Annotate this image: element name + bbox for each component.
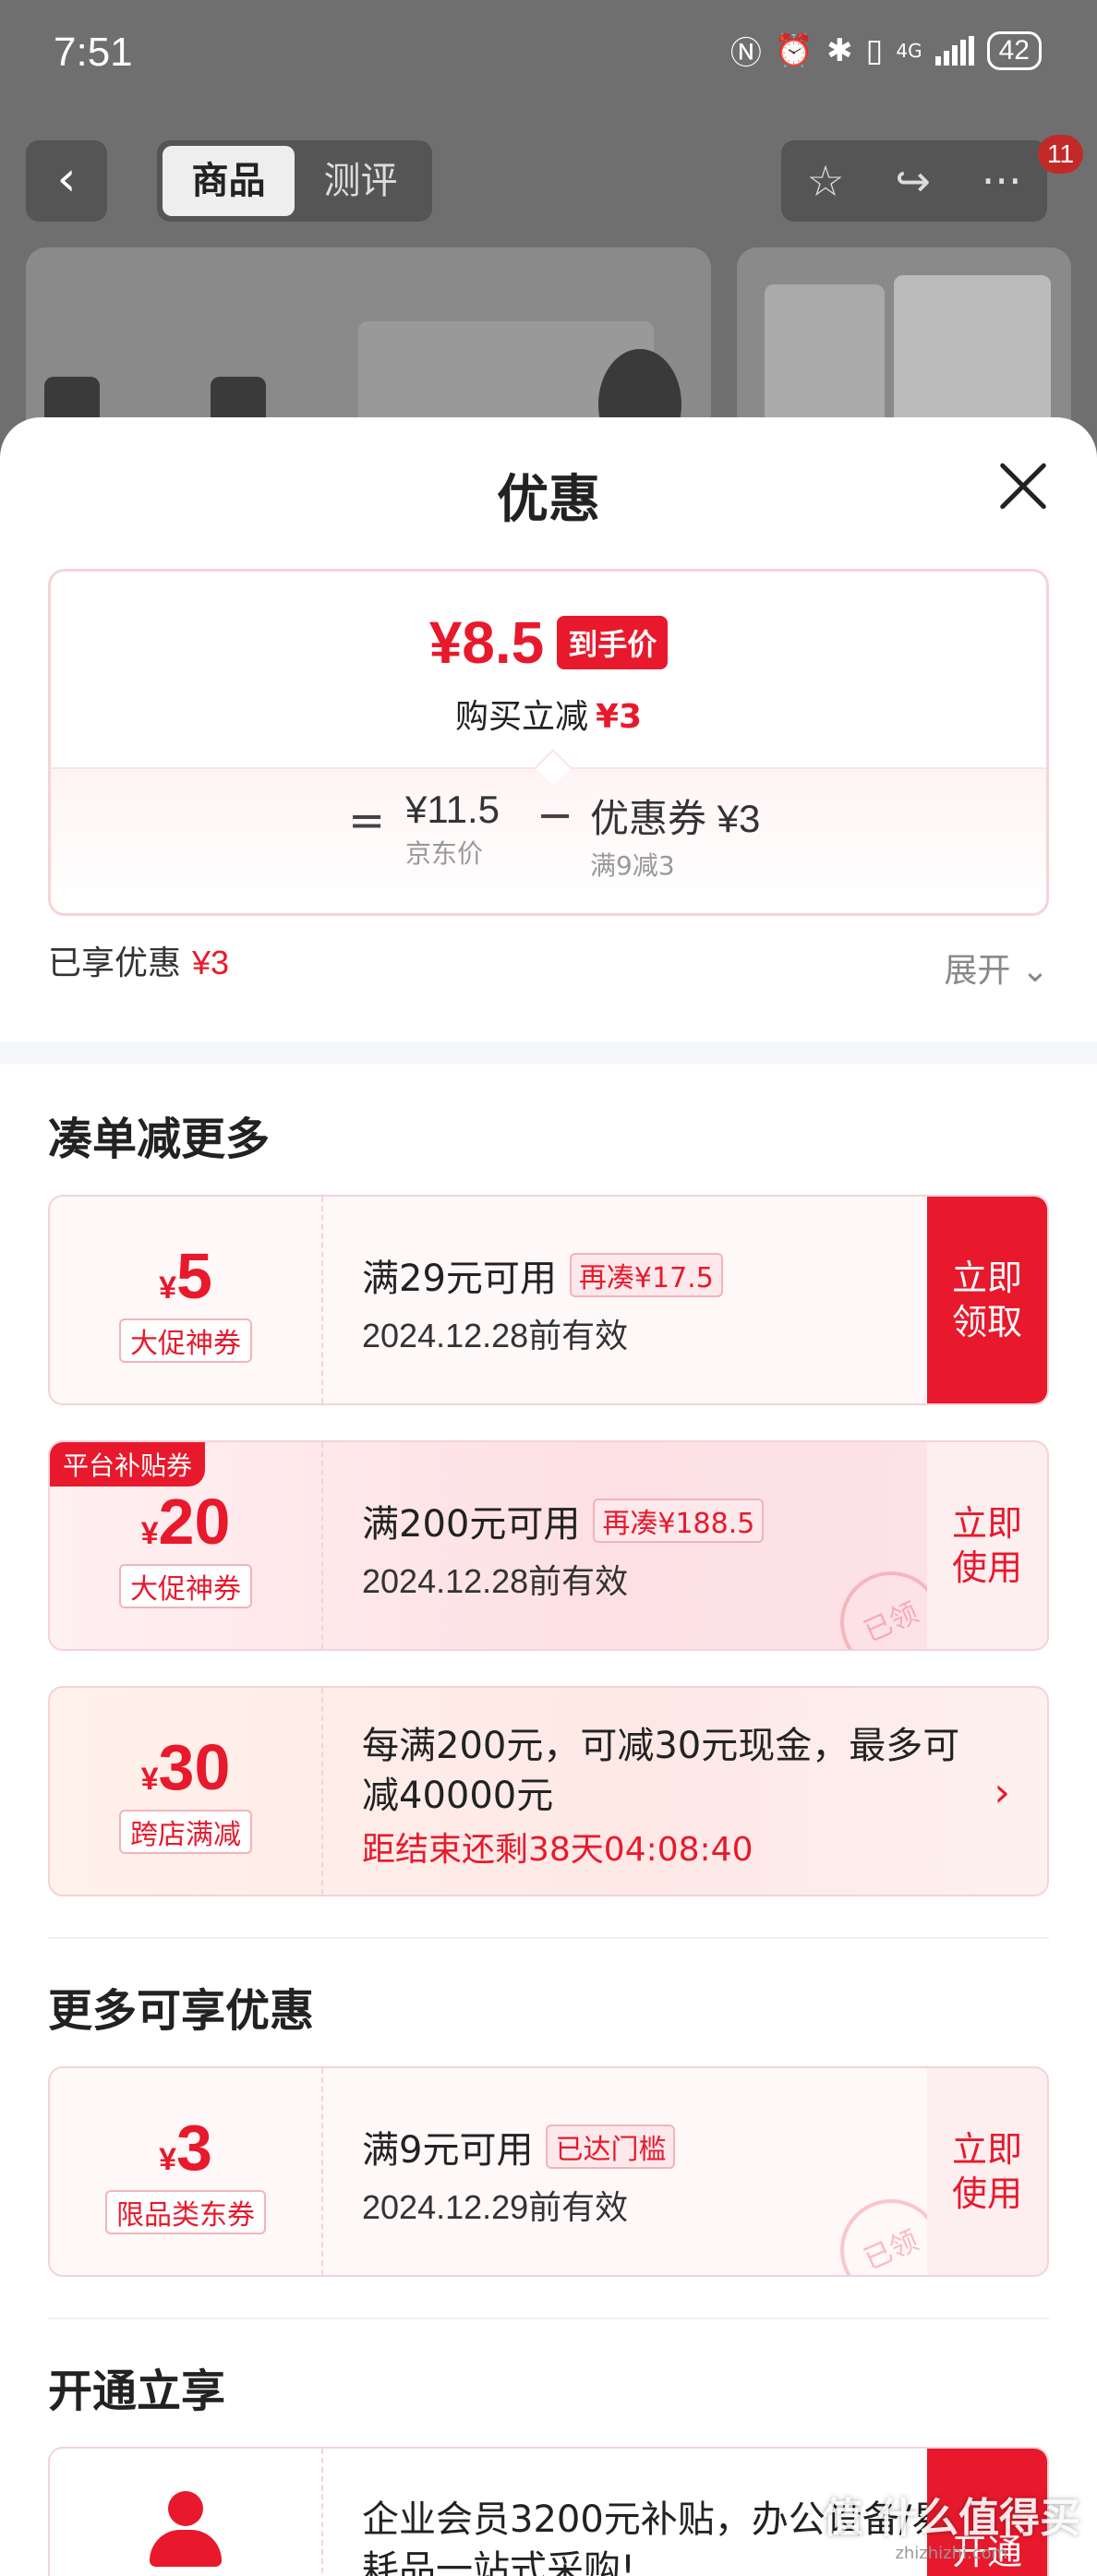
- product-nav-bar: ‹ 商品 测评 ☆ ↪ ··· 11: [0, 135, 1097, 225]
- coupon-amount: 3: [175, 2112, 212, 2184]
- coupon-amount: 30: [158, 1731, 231, 1803]
- countdown-timer: 距结束还剩38天04:08:40: [362, 1831, 753, 1869]
- coupon-kind: 限品类东券: [105, 2190, 266, 2234]
- platform-subsidy-badge: 平台补贴券: [50, 1442, 206, 1487]
- coupon-expiry: 2024.12.28前有效: [362, 1317, 629, 1354]
- coupon-kind: 大促神券: [119, 1318, 252, 1363]
- coupon-extra: 再凑¥188.5: [593, 1499, 765, 1543]
- jd-price: ¥11.5: [405, 788, 500, 831]
- currency-symbol: ¥: [140, 1516, 159, 1551]
- section-divider: [48, 2317, 1049, 2319]
- expand-button[interactable]: 展开 ⌄: [944, 944, 1049, 992]
- coupon-extra: 再凑¥17.5: [569, 1253, 723, 1297]
- discount-label: 购买立减: [454, 698, 588, 736]
- coupon-price-item: 优惠券 ¥3 满9减3: [590, 788, 760, 883]
- use-coupon-button[interactable]: 立即 使用: [927, 1442, 1047, 1649]
- discount-line: 购买立减 ¥3: [51, 690, 1046, 738]
- message-badge: 11: [1038, 135, 1084, 174]
- enjoyed-label: 已享优惠: [48, 945, 182, 982]
- section-divider: [0, 1041, 1097, 1064]
- vibrate-icon: ▯: [865, 31, 884, 69]
- price-summary-card: ¥8.5 到手价 购买立减 ¥3 = ¥11.5 京东价 − 优惠券 ¥3 满9减…: [48, 569, 1049, 916]
- bluetooth-icon: ✱: [826, 31, 853, 69]
- back-button[interactable]: ‹: [26, 140, 107, 222]
- chevron-right-icon[interactable]: ›: [994, 1769, 1010, 1816]
- watermark-logo: 值 什么值得买: [822, 2495, 1080, 2542]
- jd-price-item: ¥11.5 京东价: [405, 788, 500, 871]
- nfc-icon: Ⓝ: [729, 35, 762, 72]
- person-icon: [144, 2491, 227, 2574]
- coupon-card: ¥20 大促神券 平台补贴券 满200元可用 再凑¥188.5 2024.12.2…: [48, 1440, 1049, 1651]
- section-divider: [48, 1937, 1049, 1939]
- jd-price-label: 京东价: [405, 838, 484, 869]
- alarm-icon: ⏰: [774, 31, 814, 69]
- close-icon[interactable]: [997, 460, 1049, 512]
- discount-sheet: 优惠 ¥8.5 到手价 购买立减 ¥3 = ¥11.5 京东价 − 优惠券 ¥3 …: [0, 417, 1097, 2576]
- status-time: 7:51: [54, 30, 133, 75]
- coupon-card: ¥5 大促神券 满29元可用 再凑¥17.5 2024.12.28前有效 立即 领…: [48, 1195, 1049, 1405]
- coupon-expiry: 2024.12.29前有效: [362, 2188, 629, 2226]
- enjoyed-discount: 已享优惠 ¥3: [48, 936, 229, 984]
- section-title-open: 开通立享: [48, 2365, 226, 2417]
- coupon-price: 优惠券 ¥3: [590, 797, 761, 840]
- star-icon[interactable]: ☆: [806, 156, 844, 206]
- tab-product[interactable]: 商品: [163, 146, 295, 216]
- coupon-card: ¥3 限品类东券 满9元可用 已达门槛 2024.12.29前有效 已领 立即 使…: [48, 2066, 1049, 2277]
- signal-icon: [934, 35, 974, 66]
- discount-description: 每满200元，可减30元现金，最多可减40000元: [362, 1725, 960, 1817]
- nav-actions: ☆ ↪ ···: [781, 140, 1047, 222]
- coupon-amount: 20: [158, 1486, 231, 1558]
- equals-sign: =: [348, 795, 386, 847]
- currency-symbol: ¥: [159, 1270, 176, 1306]
- coupon-kind: 大促神券: [119, 1564, 252, 1608]
- claim-coupon-button[interactable]: 立即 领取: [927, 1197, 1047, 1403]
- discount-value: ¥3: [595, 698, 643, 736]
- final-price-tag: 到手价: [557, 616, 669, 669]
- chevron-down-icon: ⌄: [1020, 952, 1049, 990]
- coupon-condition: 满200元可用: [362, 1503, 581, 1546]
- status-bar: 7:51 Ⓝ ⏰ ✱ ▯ 4G 42: [0, 0, 1097, 111]
- sheet-title: 优惠: [497, 470, 600, 530]
- coupon-rule: 满9减3: [590, 850, 675, 881]
- share-icon[interactable]: ↪: [895, 156, 931, 206]
- use-coupon-button[interactable]: 立即 使用: [927, 2068, 1047, 2275]
- watermark-url: zhizhizhi.com: [895, 2544, 1008, 2563]
- watermark: 值 什么值得买 zhizhizhi.com: [823, 2485, 1080, 2563]
- section-title-more: 更多可享优惠: [48, 1985, 315, 2037]
- expand-label: 展开: [944, 952, 1011, 990]
- more-icon[interactable]: ···: [982, 156, 1022, 206]
- currency-symbol: ¥: [140, 1762, 159, 1797]
- status-icons: Ⓝ ⏰ ✱ ▯ 4G 42: [730, 28, 1042, 73]
- network-label: 4G: [896, 39, 922, 62]
- cross-store-discount-card[interactable]: ¥30 跨店满减 每满200元，可减30元现金，最多可减40000元 距结束还剩…: [48, 1686, 1049, 1896]
- coupon-condition: 满9元可用: [362, 2129, 534, 2172]
- battery-icon: 42: [986, 30, 1042, 70]
- section-title-bundle: 凑单减更多: [48, 1113, 271, 1165]
- price-breakdown: = ¥11.5 京东价 − 优惠券 ¥3 满9减3: [51, 749, 1046, 913]
- coupon-amount: 5: [175, 1240, 212, 1312]
- minus-sign: −: [536, 789, 574, 841]
- coupon-condition: 满29元可用: [362, 1258, 557, 1300]
- coupon-expiry: 2024.12.28前有效: [362, 1562, 629, 1600]
- coupon-extra: 已达门槛: [546, 2125, 676, 2169]
- enjoyed-value: ¥3: [192, 944, 230, 981]
- product-tabs: 商品 测评: [157, 140, 432, 222]
- tab-review[interactable]: 测评: [295, 146, 427, 216]
- currency-symbol: ¥: [159, 2142, 176, 2177]
- final-price: ¥8.5: [428, 609, 545, 676]
- coupon-kind: 跨店满减: [119, 1810, 252, 1854]
